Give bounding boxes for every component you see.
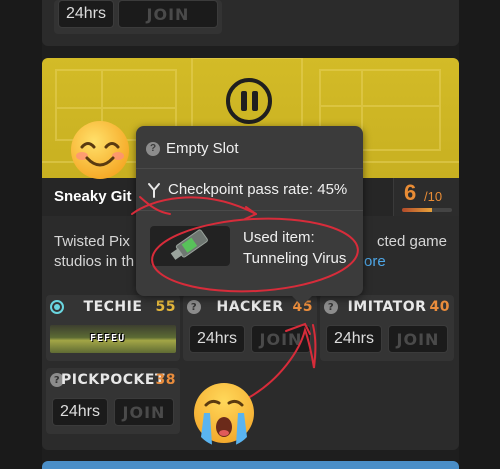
role-count: 38: [155, 372, 176, 388]
duration-button[interactable]: 24hrs: [58, 0, 114, 28]
used-item-name: Tunneling Virus: [243, 250, 347, 267]
help-icon: ?: [146, 141, 160, 156]
tooltip-checkpoint-row: Checkpoint pass rate: 45%: [146, 181, 347, 198]
join-button[interactable]: JOIN: [388, 325, 448, 353]
previous-card: 24hrs JOIN: [42, 0, 459, 46]
duration-button[interactable]: 24hrs: [326, 325, 382, 353]
right-margin: [459, 0, 500, 469]
duration-button[interactable]: 24hrs: [52, 398, 108, 426]
role-techie[interactable]: TECHIE 55 FEFEU: [46, 295, 180, 361]
player-banner[interactable]: FEFEU: [50, 325, 176, 353]
role-count: 40: [429, 299, 450, 315]
description-line2: studios in th: [54, 253, 135, 270]
role-count: 55: [155, 299, 176, 315]
smiling-face-emoji: [71, 121, 129, 179]
score-bar: [402, 208, 452, 212]
join-button[interactable]: JOIN: [114, 398, 174, 426]
description-line1-end: cted game: [376, 233, 447, 250]
usb-drive-icon: [170, 229, 208, 260]
tooltip-slot-row: ? Empty Slot: [146, 140, 239, 157]
tooltip-divider: [136, 210, 363, 211]
player-name: FEFEU: [90, 333, 126, 344]
used-item-label: Used item:: [243, 229, 315, 246]
role-imitator[interactable]: ? IMITATOR 40 24hrs JOIN: [320, 295, 454, 361]
tooltip-checkpoint-label: Checkpoint pass rate: 45%: [168, 181, 348, 198]
duration-button[interactable]: 24hrs: [189, 325, 245, 353]
item-image: [150, 226, 230, 266]
branch-icon: [148, 182, 160, 198]
slot-tooltip: ? Empty Slot Checkpoint pass rate: 45% U…: [136, 126, 363, 306]
join-button[interactable]: JOIN: [118, 0, 218, 28]
left-margin: [0, 0, 42, 469]
role-pickpocket[interactable]: ? PICKPOCKET 38 24hrs JOIN: [46, 368, 180, 434]
score-value: 6: [404, 180, 417, 205]
card-title[interactable]: Sneaky Git C: [54, 188, 147, 205]
tooltip-divider: [136, 168, 363, 169]
tooltip-slot-label: Empty Slot: [166, 140, 239, 157]
description-line1-start: Twisted Pix: [54, 233, 130, 250]
difficulty-score: 6 /10: [393, 178, 459, 216]
next-card-banner: [42, 461, 459, 469]
crying-face-emoji: [194, 383, 254, 445]
role-slot: 24hrs JOIN: [54, 0, 222, 34]
read-more-link[interactable]: ore: [364, 252, 386, 272]
score-bar-fill: [402, 208, 432, 212]
pause-icon[interactable]: [226, 78, 272, 124]
used-item-text: Used item: Tunneling Virus: [243, 227, 346, 269]
score-max: /10: [424, 189, 443, 204]
join-button[interactable]: JOIN: [251, 325, 311, 353]
